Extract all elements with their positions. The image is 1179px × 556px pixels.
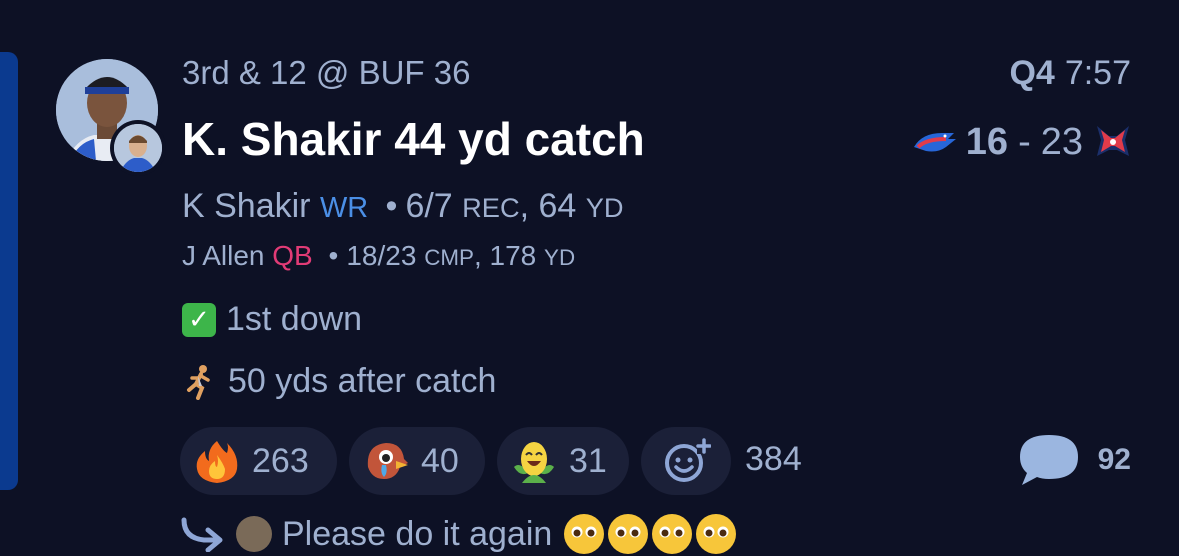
qb-photo-icon [114,124,162,172]
player-name: J Allen [182,240,265,271]
tag-label: 50 yds after catch [228,362,497,400]
position-tag: WR [319,192,369,224]
stat-comma: , [519,187,530,225]
position-tag: QB [272,240,313,271]
secondary-player-stats[interactable]: J Allen QB • 18/23 CMP, 178 YD [182,240,575,272]
total-reactions-count: 384 [745,440,802,478]
reaction-laughing-corn-button[interactable]: 31 [497,427,629,495]
reaction-fire-button[interactable]: 263 [180,427,337,495]
comments-button[interactable]: 92 [1016,431,1131,489]
quarter-label: Q4 [1009,54,1055,92]
yards-after-catch-tag: 50 yds after catch [182,362,496,401]
laughing-corn-icon [509,436,559,486]
yards-unit: YD [544,245,576,270]
pleading-face-icons [562,512,738,556]
first-down-tag: ✓ 1st down [182,300,362,339]
player-name: K Shakir [182,187,311,225]
reaction-crying-bird-button[interactable]: 40 [349,427,485,495]
add-reaction-icon [661,436,711,486]
separator-bullet: • [328,240,339,271]
reaction-count: 40 [421,441,459,480]
check-mark-icon: ✓ [182,302,216,337]
fire-icon [192,436,242,486]
yards-unit: YD [585,192,624,223]
down-and-distance: 3rd & 12 @ BUF 36 [182,54,471,91]
tag-label: 1st down [226,300,363,338]
separator-bullet: • [385,187,398,225]
reaction-count: 31 [569,441,607,480]
home-score: 16 [965,120,1009,163]
yards-value: 64 [538,187,577,225]
crying-bird-icon [361,436,411,486]
add-reaction-button[interactable] [641,427,731,495]
reply-arrow-icon [181,517,223,552]
completions-value: 18/23 [346,240,417,271]
score-separator: - [1018,120,1031,163]
receptions-value: 6/7 [405,187,453,225]
reply-text: Please do it again [282,514,553,553]
runner-icon [182,364,218,400]
secondary-player-avatar[interactable] [110,120,166,176]
reply-preview[interactable]: Please do it again [180,512,738,556]
away-score: 23 [1040,120,1083,163]
texans-logo-icon [1097,126,1129,156]
left-accent-bar [0,52,18,490]
yards-value: 178 [489,240,537,271]
comment-count: 92 [1097,443,1131,476]
reaction-count: 263 [252,441,309,480]
time-remaining: 7:57 [1064,54,1131,92]
game-clock: Q4 7:57 [1009,54,1131,93]
receptions-unit: REC [462,192,520,223]
primary-player-stats[interactable]: K Shakir WR • 6/7 REC, 64 YD [182,187,624,226]
bills-logo-icon [913,133,956,152]
reply-author-avatar[interactable] [236,516,272,552]
stat-comma: , [473,240,482,271]
speech-bubble-icon [1019,435,1078,485]
play-headline[interactable]: K. Shakir 44 yd catch [182,112,645,166]
completions-unit: CMP [424,245,474,270]
scoreboard[interactable]: 16-23 [912,118,1133,166]
